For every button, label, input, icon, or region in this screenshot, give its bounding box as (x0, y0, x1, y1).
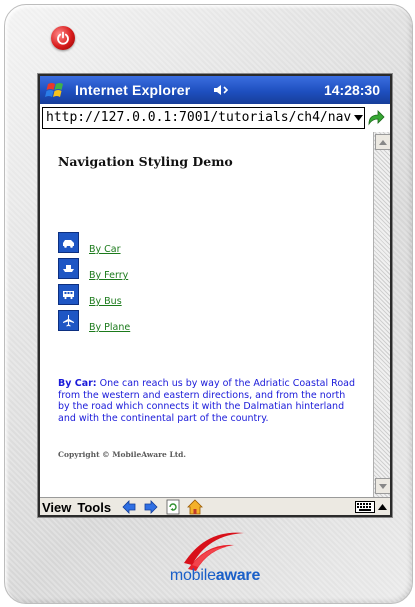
back-arrow-icon[interactable] (121, 499, 137, 515)
refresh-icon[interactable] (165, 499, 181, 515)
home-icon[interactable] (187, 499, 204, 515)
page-title: Navigation Styling Demo (58, 154, 233, 169)
plane-icon[interactable] (58, 310, 79, 331)
nav-item-by-bus[interactable]: By Bus (58, 284, 122, 307)
scroll-down-icon[interactable] (375, 478, 390, 494)
power-icon (57, 31, 69, 45)
url-text: http://127.0.0.1:7001/tutorials/ch4/nav1 (46, 110, 360, 125)
paragraph-text: One can reach us by way of the Adriatic … (58, 378, 355, 424)
device-screen: Internet Explorer 14:28:30 http://127.0.… (38, 74, 392, 517)
clock[interactable]: 14:28:30 (324, 82, 380, 98)
menu-bar: View Tools (40, 497, 390, 515)
logo-word-mobile: mobile (169, 567, 216, 584)
vertical-scrollbar[interactable] (373, 132, 390, 497)
address-bar: http://127.0.0.1:7001/tutorials/ch4/nav1 (40, 104, 390, 133)
forward-arrow-icon[interactable] (143, 499, 159, 515)
nav-link-by-bus[interactable]: By Bus (89, 296, 122, 307)
nav-item-by-ferry[interactable]: By Ferry (58, 258, 128, 281)
nav-link-by-plane[interactable]: By Plane (89, 322, 130, 333)
car-icon[interactable] (58, 232, 79, 253)
keyboard-icon[interactable] (354, 500, 376, 514)
ferry-icon[interactable] (58, 258, 79, 279)
power-button[interactable] (51, 26, 75, 50)
url-input[interactable]: http://127.0.0.1:7001/tutorials/ch4/nav1 (42, 107, 365, 129)
menu-tools[interactable]: Tools (77, 500, 111, 515)
speaker-icon[interactable] (212, 83, 230, 97)
menu-view[interactable]: View (42, 500, 71, 515)
title-bar: Internet Explorer 14:28:30 (40, 76, 390, 104)
directions-paragraph: By Car: One can reach us by way of the A… (58, 378, 358, 424)
bus-icon[interactable] (58, 284, 79, 305)
url-dropdown-arrow-icon[interactable] (352, 108, 364, 128)
page-content: Navigation Styling Demo By Car By Ferry … (40, 132, 373, 497)
app-title: Internet Explorer (75, 82, 191, 98)
mobileaware-logo: mobileaware (150, 521, 280, 591)
logo-wordmark: mobileaware (152, 567, 278, 585)
nav-item-by-plane[interactable]: By Plane (58, 310, 130, 333)
logo-word-aware: aware (215, 567, 261, 584)
nav-link-by-ferry[interactable]: By Ferry (89, 270, 128, 281)
nav-item-by-car[interactable]: By Car (58, 232, 121, 255)
nav-link-by-car[interactable]: By Car (89, 244, 121, 255)
paragraph-lead: By Car: (58, 378, 97, 389)
input-panel-toggle-icon[interactable] (376, 499, 388, 515)
windows-start-icon[interactable] (43, 79, 69, 101)
logo-swoosh-icon (184, 532, 244, 571)
go-button[interactable] (366, 107, 386, 127)
go-arrow-icon (368, 110, 385, 126)
copyright-text: Copyright © MobileAware Ltd. (58, 450, 187, 459)
scroll-up-icon[interactable] (375, 134, 390, 150)
